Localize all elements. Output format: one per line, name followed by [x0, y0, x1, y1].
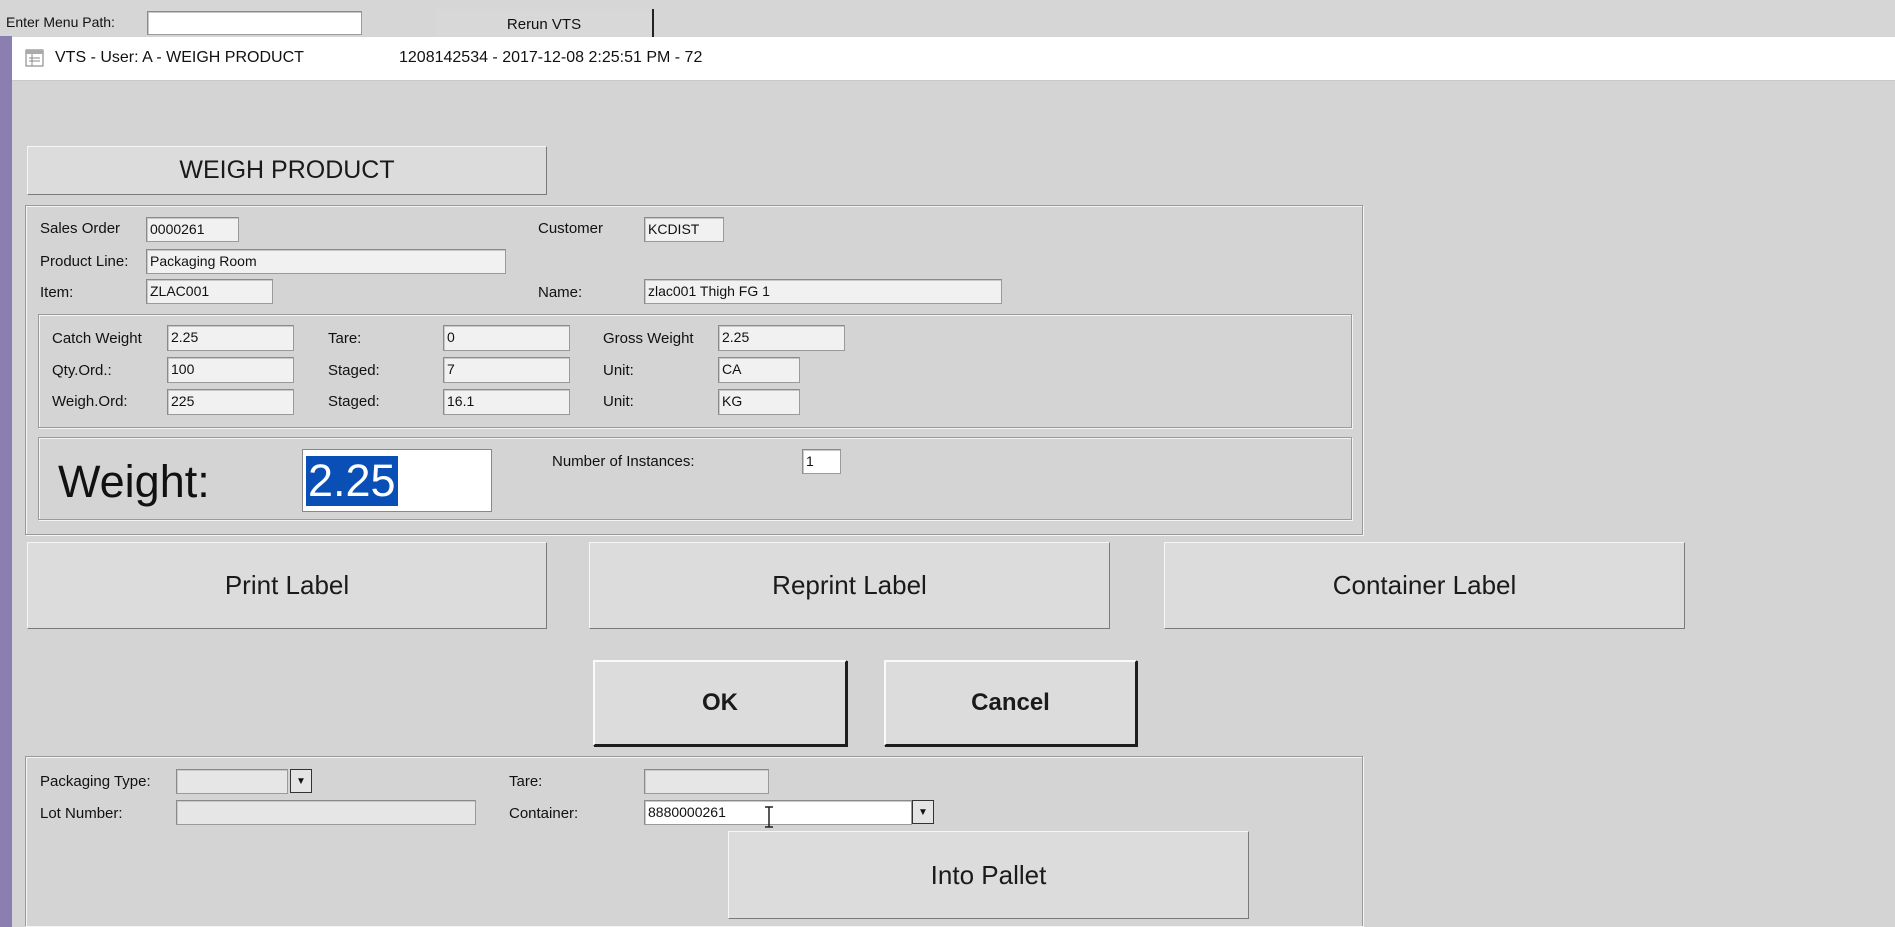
qty-ord-field[interactable]: 100 [167, 357, 294, 383]
print-label-button[interactable]: Print Label [27, 542, 547, 629]
customer-field[interactable]: KCDIST [644, 217, 724, 242]
weigh-product-header: WEIGH PRODUCT [27, 146, 547, 195]
ok-button-label: OK [702, 689, 738, 716]
weigh-product-header-label: WEIGH PRODUCT [179, 156, 395, 184]
catch-weight-label: Catch Weight [52, 330, 142, 347]
reprint-label-button[interactable]: Reprint Label [589, 542, 1110, 629]
unit-weight-field[interactable]: KG [718, 389, 800, 415]
sales-order-field[interactable]: 0000261 [146, 217, 239, 242]
unit-weight-label: Unit: [603, 393, 634, 410]
container-label-button[interactable]: Container Label [1164, 542, 1685, 629]
reprint-label-button-label: Reprint Label [772, 570, 927, 600]
name-field[interactable]: zlac001 Thigh FG 1 [644, 279, 1002, 304]
rerun-vts-button[interactable]: Rerun VTS [436, 9, 654, 39]
staged-weight-label: Staged: [328, 393, 380, 410]
sales-order-label: Sales Order [40, 220, 121, 237]
packaging-tare-label: Tare: [509, 773, 543, 790]
into-pallet-button-label: Into Pallet [930, 859, 1047, 890]
instances-field[interactable]: 1 [802, 449, 841, 474]
ok-button[interactable]: OK [593, 660, 847, 746]
name-label: Name: [538, 284, 583, 301]
catch-weight-field[interactable]: 2.25 [167, 325, 294, 351]
qty-ord-label: Qty.Ord.: [52, 362, 112, 379]
window-title: VTS - User: A - WEIGH PRODUCT [55, 49, 304, 66]
menu-path-label: Enter Menu Path: [6, 14, 115, 30]
weigh-ord-field[interactable]: 225 [167, 389, 294, 415]
container-label-button-label: Container Label [1332, 570, 1517, 600]
product-line-label: Product Line: [40, 253, 129, 270]
weigh-ord-label: Weigh.Ord: [52, 393, 128, 410]
app-icon [25, 48, 45, 68]
weight-input-value: 2.25 [306, 455, 398, 506]
lot-number-label: Lot Number: [40, 805, 123, 822]
container-label: Container: [509, 805, 579, 822]
customer-label: Customer [538, 220, 604, 237]
gross-weight-label: Gross Weight [603, 330, 694, 347]
packaging-type-select[interactable] [176, 769, 288, 794]
cancel-button[interactable]: Cancel [884, 660, 1137, 746]
weight-label: Weight: [58, 456, 210, 507]
window-title-bar: VTS - User: A - WEIGH PRODUCT 1208142534… [12, 37, 1895, 81]
weight-input[interactable]: 2.25 [302, 449, 492, 512]
item-label: Item: [40, 284, 74, 301]
container-select[interactable]: 8880000261 [644, 800, 912, 825]
weigh-group [38, 437, 1352, 520]
tare-field[interactable]: 0 [443, 325, 570, 351]
staged-weight-field[interactable]: 16.1 [443, 389, 570, 415]
staged-qty-label: Staged: [328, 362, 380, 379]
into-pallet-button[interactable]: Into Pallet [728, 831, 1249, 919]
staged-qty-field[interactable]: 7 [443, 357, 570, 383]
menu-path-input[interactable] [147, 11, 362, 35]
product-line-field[interactable]: Packaging Room [146, 249, 506, 274]
container-dropdown-icon[interactable]: ▼ [912, 800, 934, 824]
packaging-type-dropdown-icon[interactable]: ▼ [290, 769, 312, 793]
item-field[interactable]: ZLAC001 [146, 279, 273, 304]
window-left-edge [0, 36, 12, 927]
session-info: 1208142534 - 2017-12-08 2:25:51 PM - 72 [399, 49, 703, 66]
instances-label: Number of Instances: [552, 453, 695, 470]
gross-weight-field[interactable]: 2.25 [718, 325, 845, 351]
cancel-button-label: Cancel [971, 689, 1050, 716]
print-label-button-label: Print Label [224, 570, 350, 600]
packaging-type-label: Packaging Type: [40, 773, 151, 790]
rerun-vts-label: Rerun VTS [506, 15, 582, 33]
packaging-tare-field[interactable] [644, 769, 769, 794]
unit-qty-label: Unit: [603, 362, 634, 379]
unit-qty-field[interactable]: CA [718, 357, 800, 383]
tare-label: Tare: [328, 330, 362, 347]
lot-number-field[interactable] [176, 800, 476, 825]
text-cursor-icon [764, 806, 774, 828]
